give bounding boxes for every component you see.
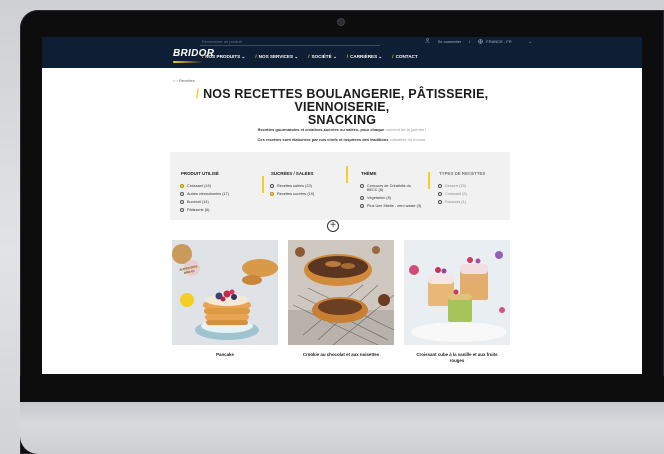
radio-icon — [438, 200, 442, 204]
recipe-image — [404, 240, 510, 345]
recipe-title[interactable]: Crookie au chocolat et aux noisettes — [288, 345, 394, 358]
radio-icon — [360, 196, 364, 200]
globe-icon — [478, 38, 484, 44]
recipe-title[interactable]: Pancake — [172, 345, 278, 358]
radio-icon — [270, 184, 274, 188]
nav-item-contact[interactable]: / CONTACT — [392, 54, 417, 60]
radio-icon — [438, 184, 442, 188]
nav-item-carrieres[interactable]: / CARRIÈRES ⌄ — [347, 54, 382, 60]
radio-icon — [360, 204, 364, 208]
filter-option[interactable]: Recettes salées (23) — [270, 184, 350, 188]
radio-icon — [180, 192, 184, 196]
filter-option[interactable]: Plus Une Miette - zero waste (3) — [360, 204, 422, 208]
filter-option[interactable]: Autres viennoiseries (17) — [180, 192, 260, 196]
recipe-card-crookie[interactable]: Crookie au chocolat et aux noisettes — [288, 240, 394, 374]
breadcrumb: ⌂ › Recettes — [173, 78, 195, 83]
filter-option[interactable]: Bunirroll (14) — [180, 200, 260, 204]
filter-heading: PRODUIT UTILISÉ — [180, 171, 220, 176]
country-select[interactable]: FRANCE - FR ⌄ — [478, 39, 532, 44]
website-screen: Se connecter / FRANCE - FR ⌄ BRIDOR /NOS… — [42, 37, 642, 374]
filter-types: TYPES DE RECETTES Dessert (15) Croissant… — [438, 162, 508, 204]
nav-menu: / NOS PRODUITS ⌄ / NOS SERVICES ⌄ / SOCIÉTÉ… — [202, 54, 418, 60]
chevron-down-icon: ⌄ — [528, 38, 532, 44]
recipe-image: SUPER BIKE BREAD — [172, 240, 278, 345]
recipe-image — [288, 240, 394, 345]
scroll-indicator — [428, 172, 430, 189]
filter-heading: SUCRÉES / SALÉES — [270, 171, 315, 176]
radio-icon — [360, 184, 364, 188]
home-icon[interactable]: ⌂ — [173, 78, 175, 83]
radio-icon — [180, 208, 184, 212]
camera-icon — [338, 19, 344, 25]
filter-option[interactable]: Croissant (19) — [180, 184, 260, 188]
main-navbar: BRIDOR / NOS PRODUITS ⌄ / NOS SERVICES ⌄ /… — [42, 47, 642, 68]
recipe-title[interactable]: Croissant cube à la vanille et aux fruit… — [404, 345, 510, 364]
expand-filters-button[interactable]: + — [327, 220, 339, 232]
filter-option[interactable]: Dessert (15) — [438, 184, 508, 188]
filter-option[interactable]: Pâtisserie (6) — [180, 208, 260, 212]
chevron-down-icon: ⌄ — [241, 54, 246, 59]
chevron-down-icon: ⌄ — [378, 54, 383, 59]
filter-sucrees: SUCRÉES / SALÉES Recettes salées (23) Re… — [270, 162, 350, 196]
nav-item-services[interactable]: / NOS SERVICES ⌄ — [255, 54, 298, 60]
filter-theme: THÈME Concours de Créativité du BECC (6)… — [360, 162, 422, 208]
filter-option[interactable]: Concours de Créativité du BECC (6) — [360, 184, 422, 192]
filter-option[interactable]: Focaccia (1) — [438, 200, 508, 204]
radio-icon — [438, 192, 442, 196]
nav-item-societe[interactable]: / SOCIÉTÉ ⌄ — [308, 54, 337, 60]
radio-icon — [180, 184, 184, 188]
recipe-filters: PRODUIT UTILISÉ Croissant (19) Autres vi… — [170, 152, 510, 220]
search-input[interactable] — [200, 38, 380, 46]
monitor-chin — [20, 402, 664, 454]
top-utility-bar: Se connecter / FRANCE - FR ⌄ — [42, 37, 642, 47]
user-icon[interactable] — [424, 38, 430, 44]
scroll-indicator — [262, 176, 264, 193]
filter-heading: TYPES DE RECETTES — [438, 171, 487, 176]
nav-item-produits[interactable]: / NOS PRODUITS ⌄ — [202, 54, 245, 60]
radio-icon — [180, 200, 184, 204]
filter-option[interactable]: Croissant (2) — [438, 192, 508, 196]
filter-produit: PRODUIT UTILISÉ Croissant (19) Autres vi… — [180, 162, 260, 212]
country-label: FRANCE - FR — [486, 38, 512, 44]
filter-option[interactable]: Végétarien (9) — [360, 196, 422, 200]
recipe-card-croissant-cube[interactable]: Croissant cube à la vanille et aux fruit… — [404, 240, 510, 374]
breadcrumb-current: Recettes — [179, 78, 195, 83]
page-intro: Recettes gourmandes et créatives,sucrées… — [257, 127, 427, 142]
logo-swoosh — [173, 61, 203, 63]
scroll-indicator — [346, 166, 348, 183]
page-title: / NOS RECETTES BOULANGERIE, PÂTISSERIE, … — [195, 87, 489, 127]
login-link[interactable]: Se connecter — [438, 39, 462, 44]
recipe-card-pancake[interactable]: SUPER BIKE BREAD Pancake — [172, 240, 278, 374]
chevron-down-icon: ⌄ — [332, 54, 337, 59]
radio-icon — [270, 192, 274, 196]
filter-option[interactable]: Recettes sucrées (19) — [270, 192, 350, 196]
chevron-down-icon: ⌄ — [294, 54, 299, 59]
filter-heading: THÈME — [360, 171, 378, 176]
